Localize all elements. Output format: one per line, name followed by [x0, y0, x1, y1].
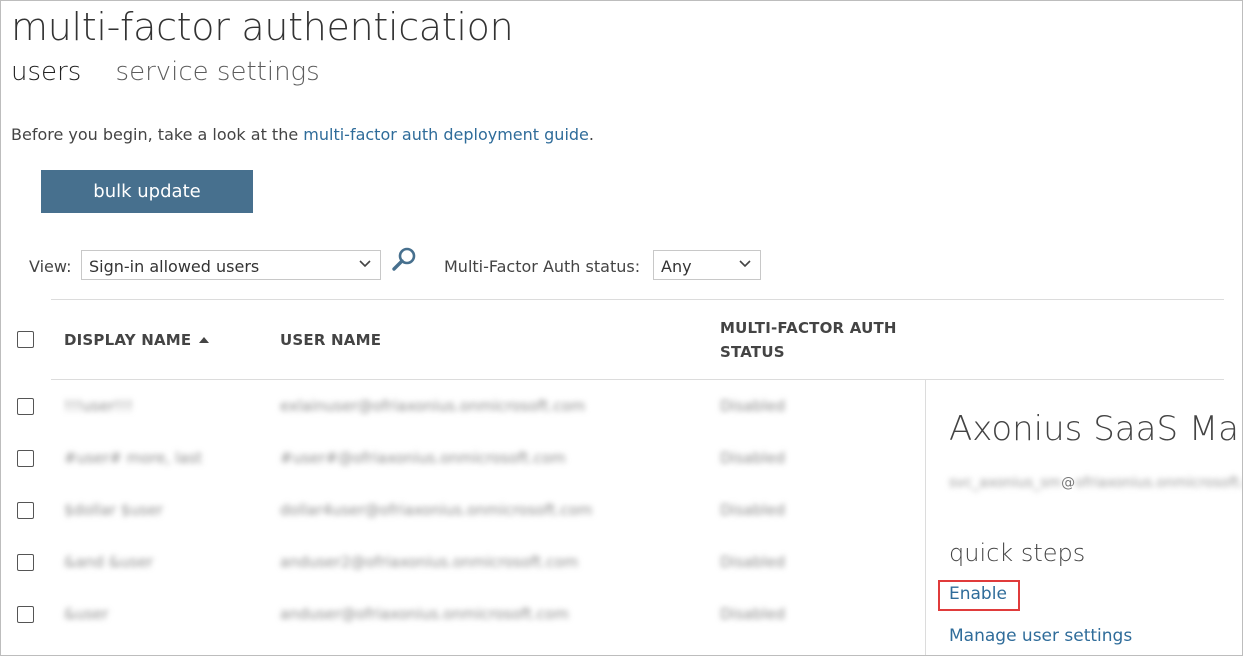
row-checkbox[interactable]: [17, 554, 34, 571]
column-header-display-name[interactable]: DISPLAY NAME: [64, 331, 210, 349]
row-checkbox[interactable]: [17, 606, 34, 623]
quick-steps-heading: quick steps: [949, 539, 1086, 567]
cell-display-name: !!!user!!!: [64, 397, 133, 415]
view-select-value: Sign-in allowed users: [89, 257, 260, 276]
display-name-header-label: DISPLAY NAME: [64, 331, 192, 349]
page-title: multi-factor authentication: [11, 5, 514, 49]
cell-display-name: $dollar $user: [64, 501, 163, 519]
cell-user-name: #user#@ofriaxonius.onmicrosoft.com: [280, 449, 566, 467]
mfa-status-label: Multi-Factor Auth status:: [444, 257, 641, 276]
view-select[interactable]: Sign-in allowed users: [81, 250, 381, 280]
cell-user-name: dollar4user@ofriaxonius.onmicrosoft.com: [280, 501, 593, 519]
tab-bar: users service settings: [11, 57, 346, 87]
column-header-user-name[interactable]: USER NAME: [280, 331, 381, 349]
cell-display-name: &user: [64, 605, 109, 623]
email-domain: ofriaxonius.onmicrosoft.com: [1075, 475, 1242, 491]
sort-ascending-icon: [199, 337, 210, 343]
enable-mfa-link[interactable]: Enable: [949, 584, 1007, 604]
detail-panel-divider: [925, 380, 926, 655]
bulk-update-button[interactable]: bulk update: [41, 170, 253, 213]
tab-service-settings[interactable]: service settings: [116, 57, 320, 87]
detail-user-email: svc_axonius_sm@ofriaxonius.onmicrosoft.c…: [949, 475, 1242, 491]
cell-display-name: #user# more, last: [64, 449, 203, 467]
mfa-status-select[interactable]: Any: [653, 250, 761, 280]
manage-user-settings-link[interactable]: Manage user settings: [949, 626, 1132, 646]
cell-display-name: &and &user: [64, 553, 154, 571]
mfa-status-select-value: Any: [661, 257, 692, 276]
detail-user-name: Axonius SaaS Ma: [949, 409, 1240, 449]
row-checkbox[interactable]: [17, 502, 34, 519]
select-all-checkbox[interactable]: [17, 331, 34, 348]
row-checkbox[interactable]: [17, 398, 34, 415]
cell-user-name: exlainuser@ofriaxonius.onmicrosoft.com: [280, 397, 586, 415]
chevron-down-icon: [739, 260, 751, 268]
email-at-sign: @: [1061, 475, 1076, 491]
view-label: View:: [29, 257, 72, 276]
tab-users[interactable]: users: [11, 57, 81, 87]
table-top-divider: [51, 299, 1224, 300]
deployment-guide-link[interactable]: multi-factor auth deployment guide: [303, 125, 589, 144]
cell-mfa-status: Disabled: [720, 605, 786, 623]
header-bottom-divider: [51, 379, 1224, 380]
cell-user-name: anduser2@ofriaxonius.onmicrosoft.com: [280, 553, 579, 571]
column-header-mfa-status[interactable]: MULTI-FACTOR AUTH STATUS: [720, 316, 920, 364]
chevron-down-icon: [359, 260, 371, 268]
search-icon[interactable]: [390, 246, 418, 274]
email-local-part: svc_axonius_sm: [949, 475, 1062, 491]
row-checkbox[interactable]: [17, 450, 34, 467]
intro-prefix: Before you begin, take a look at the: [11, 125, 304, 144]
cell-mfa-status: Disabled: [720, 501, 786, 519]
intro-suffix: .: [588, 125, 594, 144]
cell-user-name: anduser@ofriaxonius.onmicrosoft.com: [280, 605, 569, 623]
cell-mfa-status: Disabled: [720, 397, 786, 415]
cell-mfa-status: Disabled: [720, 449, 786, 467]
intro-text: Before you begin, take a look at the mul…: [11, 125, 594, 144]
window-frame: multi-factor authentication users servic…: [0, 0, 1243, 656]
cell-mfa-status: Disabled: [720, 553, 786, 571]
